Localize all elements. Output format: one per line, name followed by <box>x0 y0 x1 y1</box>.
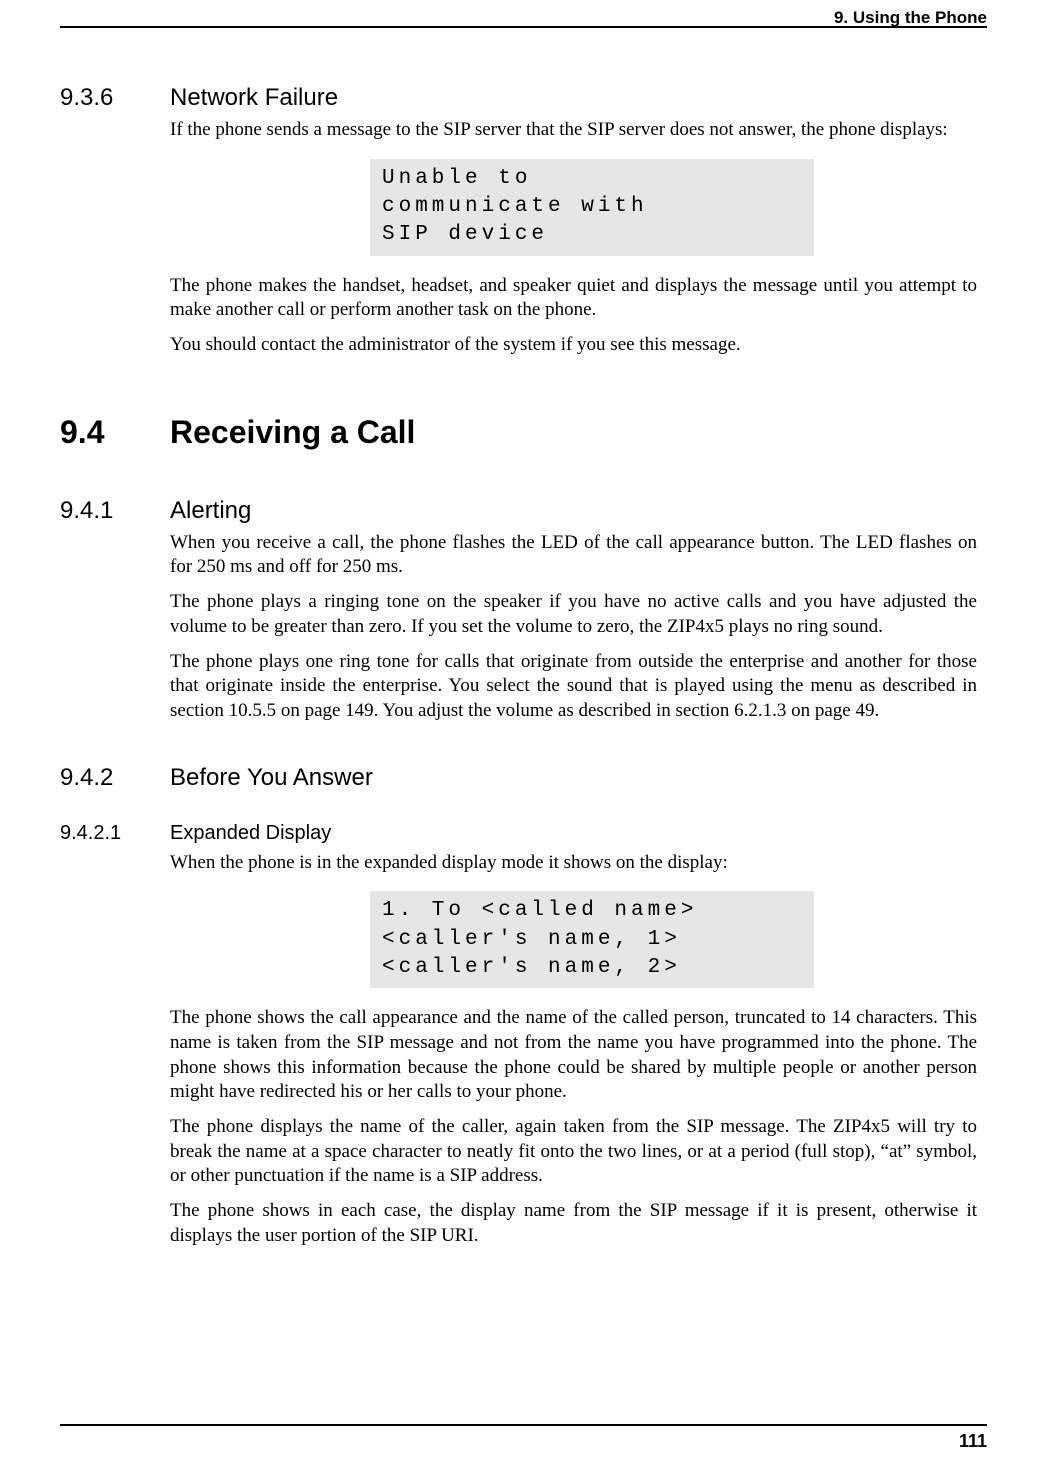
paragraph: If the phone sends a message to the SIP … <box>170 118 977 143</box>
section-title: Expanded Display <box>170 822 331 845</box>
paragraph: The phone makes the handset, headset, an… <box>170 274 977 323</box>
section-9-4-heading: 9.4 Receiving a Call <box>60 414 987 451</box>
lcd-display-example: Unable to communicate with SIP device <box>370 159 814 256</box>
section-number: 9.4.2 <box>60 764 170 792</box>
page-number: 111 <box>959 1431 987 1452</box>
section-9-4-1-body: When you receive a call, the phone flash… <box>170 531 977 724</box>
paragraph: The phone plays a ringing tone on the sp… <box>170 590 977 639</box>
section-number: 9.4 <box>60 414 170 451</box>
paragraph: The phone shows the call appearance and … <box>170 1006 977 1105</box>
paragraph: The phone shows in each case, the displa… <box>170 1199 977 1248</box>
footer-rule <box>60 1424 987 1426</box>
lcd-display-example: 1. To <called name> <caller's name, 1> <… <box>370 891 814 988</box>
section-9-3-6-heading: 9.3.6 Network Failure <box>60 84 987 112</box>
section-number: 9.4.2.1 <box>60 822 170 845</box>
paragraph: The phone displays the name of the calle… <box>170 1115 977 1189</box>
paragraph: The phone plays one ring tone for calls … <box>170 650 977 724</box>
paragraph: When you receive a call, the phone flash… <box>170 531 977 580</box>
section-title: Receiving a Call <box>170 414 415 451</box>
section-9-4-2-1-body: When the phone is in the expanded displa… <box>170 851 977 1249</box>
paragraph: When the phone is in the expanded displa… <box>170 851 977 876</box>
running-header: 9. Using the Phone <box>834 8 987 28</box>
section-number: 9.3.6 <box>60 84 170 112</box>
section-9-4-2-1-heading: 9.4.2.1 Expanded Display <box>60 822 987 845</box>
content: 9.3.6 Network Failure If the phone sends… <box>60 84 987 1249</box>
section-title: Before You Answer <box>170 764 373 792</box>
section-number: 9.4.1 <box>60 497 170 525</box>
section-title: Network Failure <box>170 84 338 112</box>
paragraph: You should contact the administrator of … <box>170 333 977 358</box>
section-9-3-6-body: If the phone sends a message to the SIP … <box>170 118 977 358</box>
page: 9. Using the Phone 9.3.6 Network Failure… <box>0 0 1047 1470</box>
section-9-4-1-heading: 9.4.1 Alerting <box>60 497 987 525</box>
section-9-4-2-heading: 9.4.2 Before You Answer <box>60 764 987 792</box>
section-title: Alerting <box>170 497 251 525</box>
